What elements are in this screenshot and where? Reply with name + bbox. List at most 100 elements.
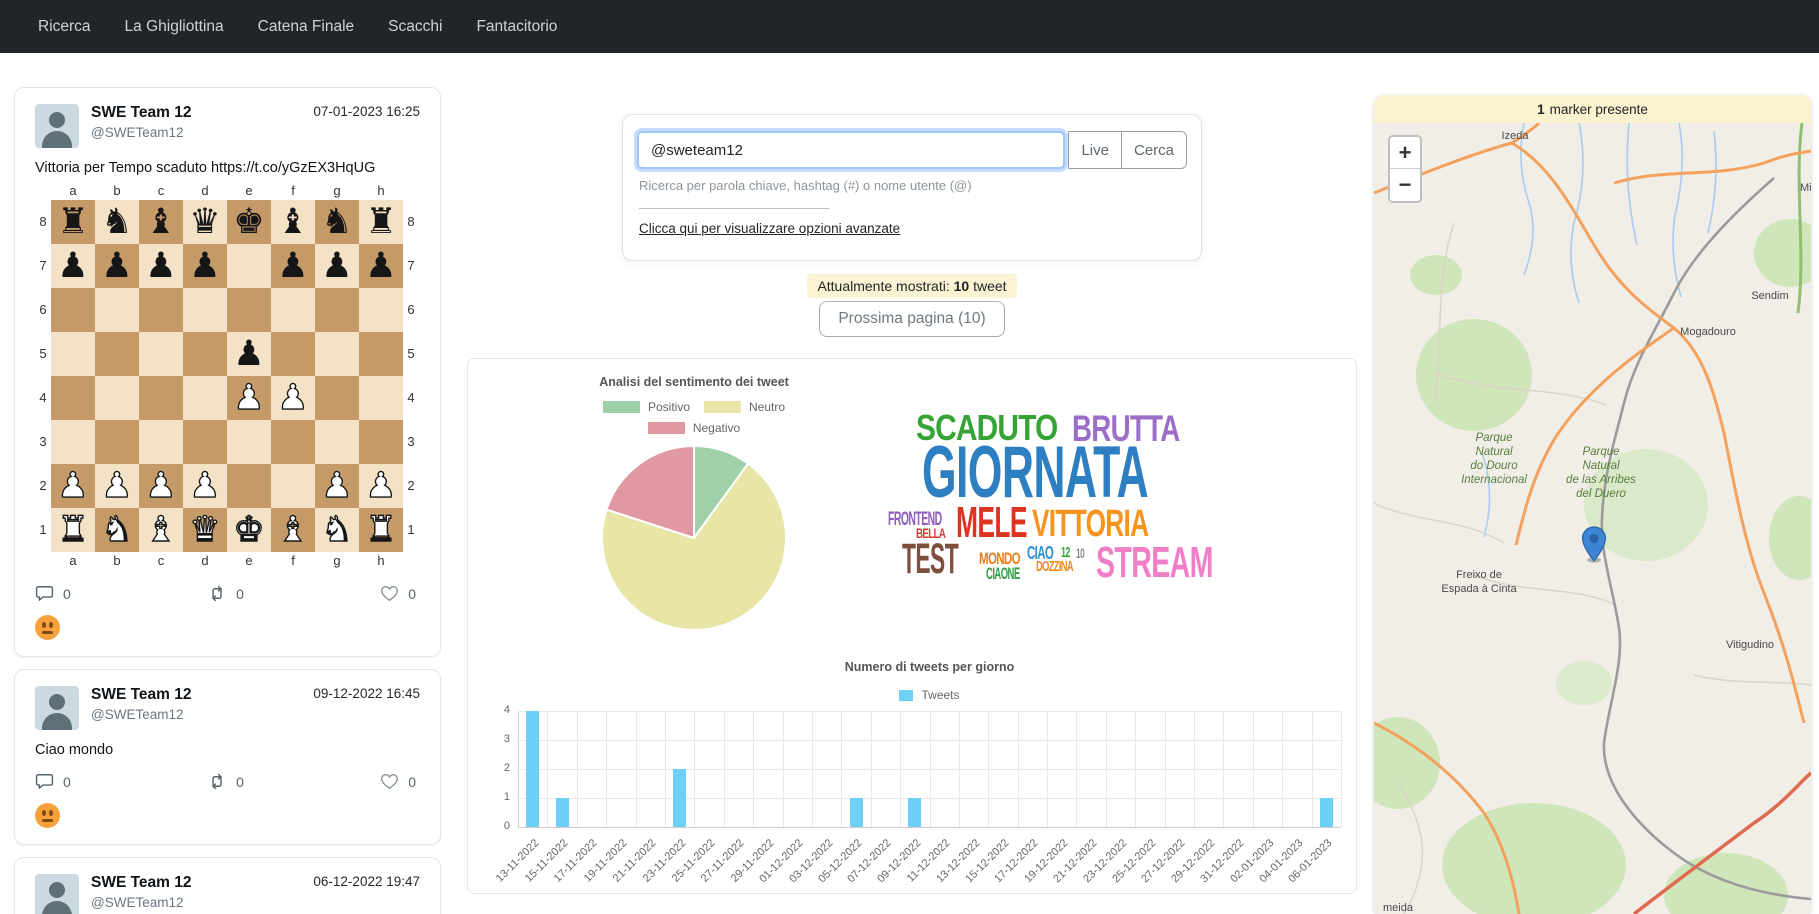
- legend-swatch-tweets: [899, 690, 913, 701]
- board-file-label: e: [227, 182, 271, 200]
- chess-piece: ♛: [189, 513, 220, 548]
- board-square: [315, 420, 359, 464]
- map-label-izeda: Izeda: [1502, 130, 1530, 142]
- board-rank-label: 3: [35, 420, 51, 464]
- map-zoom-control: + −: [1388, 135, 1422, 203]
- board-file-label: d: [183, 552, 227, 570]
- nav-item-ricerca[interactable]: Ricerca: [38, 18, 91, 36]
- board-square: [139, 332, 183, 376]
- board-square: [183, 376, 227, 420]
- tweet-card: SWE Team 12@SWETeam1207-01-2023 16:25Vit…: [14, 87, 441, 657]
- board-square: [359, 288, 403, 332]
- retweet-button[interactable]: 0: [207, 584, 244, 603]
- search-input[interactable]: [637, 131, 1065, 169]
- advanced-options-link[interactable]: Clicca qui per visualizzare opzioni avan…: [639, 221, 900, 236]
- bar-06-01-2023: [1320, 798, 1333, 827]
- board-square: [95, 376, 139, 420]
- avatar: [35, 104, 79, 148]
- legend-label-negativo: Negativo: [693, 421, 740, 435]
- chess-piece: ♟: [365, 249, 396, 284]
- board-file-label: d: [183, 182, 227, 200]
- x-axis-tick: 03-12-2022: [763, 837, 835, 909]
- legend-positivo[interactable]: Positivo: [603, 400, 690, 414]
- pie-legend-row-1: Positivo Neutro: [488, 400, 900, 414]
- search-input-group: Live Cerca: [637, 131, 1187, 169]
- board-rank-label: 2: [35, 464, 51, 508]
- tweet-list: SWE Team 12@SWETeam1207-01-2023 16:25Vit…: [14, 87, 441, 914]
- like-button-count: 0: [408, 586, 416, 602]
- board-square: ♟: [183, 464, 227, 508]
- park1-line2: Natural: [1475, 446, 1513, 458]
- board-square: [95, 420, 139, 464]
- bar-15-11-2022: [556, 798, 569, 827]
- board-square: ♟: [95, 244, 139, 288]
- bar-23-11-2022: [673, 769, 686, 827]
- map-label-sendim: Sendim: [1751, 290, 1788, 302]
- board-square: ♟: [315, 244, 359, 288]
- bar-13-11-2022: [526, 711, 539, 827]
- tweet-author-name: SWE Team 12: [91, 874, 313, 892]
- board-square: [183, 332, 227, 376]
- x-axis-tick: 04-01-2023: [1233, 837, 1305, 909]
- x-axis-tick: 06-01-2023: [1263, 837, 1335, 909]
- board-square: ♟: [359, 464, 403, 508]
- board-square: [51, 288, 95, 332]
- reply-button[interactable]: 0: [35, 772, 71, 791]
- chess-piece: ♟: [189, 469, 220, 504]
- search-button[interactable]: Cerca: [1121, 131, 1187, 169]
- legend-label-positivo: Positivo: [648, 400, 690, 414]
- sentiment-pie-chart: [599, 443, 789, 633]
- retweet-icon: [207, 584, 227, 603]
- legend-negativo[interactable]: Negativo: [648, 421, 740, 435]
- board-file-label: b: [95, 182, 139, 200]
- reply-button[interactable]: 0: [35, 584, 71, 603]
- like-button[interactable]: 0: [380, 584, 416, 603]
- tweet-actions: 0 0 0: [35, 772, 420, 791]
- like-button[interactable]: 0: [380, 772, 416, 791]
- legend-neutro[interactable]: Neutro: [704, 400, 785, 414]
- board-square: ♟: [51, 244, 95, 288]
- chess-piece: ♟: [277, 381, 308, 416]
- x-axis-tick: 31-12-2022: [1174, 837, 1246, 909]
- search-card: Live Cerca Ricerca per parola chiave, ha…: [622, 114, 1202, 261]
- board-square: [271, 288, 315, 332]
- chess-piece: ♟: [57, 469, 88, 504]
- tweet-date: 07-01-2023 16:25: [313, 104, 420, 119]
- board-square: ♟: [315, 464, 359, 508]
- zoom-out-button[interactable]: −: [1390, 169, 1420, 201]
- map-label-freixo-2: Espada à Cinta: [1441, 583, 1517, 595]
- park2-line3: de las Arribes: [1566, 474, 1636, 486]
- next-page-row: Prossima pagina (10): [622, 301, 1202, 337]
- board-square: ♜: [51, 508, 95, 552]
- nav-item-scacchi[interactable]: Scacchi: [388, 18, 442, 36]
- board-rank-label: 6: [403, 288, 419, 332]
- park2-line2: Natural: [1582, 460, 1620, 472]
- marker-banner-text: marker presente: [1550, 102, 1648, 117]
- retweet-button[interactable]: 0: [207, 772, 244, 791]
- nav-item-la-ghigliottina[interactable]: La Ghigliottina: [125, 18, 224, 36]
- nav-item-catena-finale[interactable]: Catena Finale: [258, 18, 355, 36]
- board-square: ♞: [95, 200, 139, 244]
- live-button[interactable]: Live: [1068, 131, 1121, 169]
- nav-item-fantacitorio[interactable]: Fantacitorio: [476, 18, 557, 36]
- board-rank-label: 1: [35, 508, 51, 552]
- zoom-in-button[interactable]: +: [1390, 137, 1420, 169]
- map-panel: 1 marker presente: [1374, 95, 1811, 914]
- chess-piece: ♚: [233, 513, 264, 548]
- x-axis-tick: 11-12-2022: [881, 837, 953, 909]
- chess-piece: ♟: [277, 249, 308, 284]
- word-cloud: SCADUTOBRUTTAGIORNATAFRONTENDBELLAMELEVI…: [886, 413, 1254, 599]
- board-square: ♟: [51, 464, 95, 508]
- board-square: ♚: [227, 508, 271, 552]
- park1-line3: do Douro: [1470, 460, 1518, 472]
- board-file-label: f: [271, 552, 315, 570]
- tweet-author-name: SWE Team 12: [91, 104, 313, 122]
- board-rank-label: 5: [403, 332, 419, 376]
- board-square: ♟: [271, 244, 315, 288]
- board-square: [227, 464, 271, 508]
- map-area[interactable]: Izeda Sendim Mogadouro Vitigudino meida …: [1374, 123, 1811, 914]
- chess-piece: ♞: [101, 205, 132, 240]
- next-page-button[interactable]: Prossima pagina (10): [819, 301, 1004, 337]
- board-square: [227, 288, 271, 332]
- x-axis-tick: 01-12-2022: [734, 837, 806, 909]
